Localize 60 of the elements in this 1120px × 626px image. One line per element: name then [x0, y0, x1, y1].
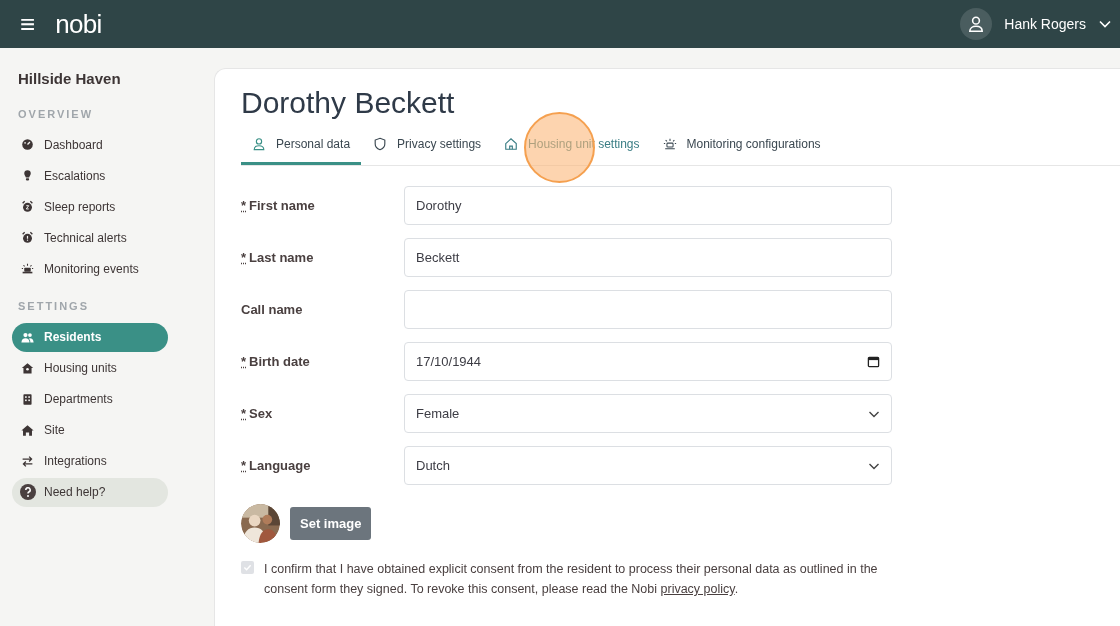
required-mark: *	[241, 196, 247, 215]
sidebar-icon	[21, 454, 34, 468]
sidebar-icon	[21, 361, 34, 375]
menu-icon[interactable]: ≡	[20, 11, 36, 37]
input-field[interactable]	[404, 290, 892, 329]
sidebar-icon	[21, 231, 34, 244]
sidebar-item[interactable]: Site	[12, 415, 168, 445]
consent-checkbox[interactable]	[241, 561, 254, 574]
tab-icon	[662, 137, 677, 151]
tab-icon	[252, 137, 266, 151]
required-mark: *	[241, 248, 247, 267]
select-field[interactable]: Female	[404, 394, 892, 433]
user-avatar-icon[interactable]	[960, 8, 993, 40]
field-label: Birth date	[249, 352, 310, 371]
sidebar-item[interactable]: Integrations	[12, 446, 168, 476]
logo: nobi	[55, 11, 102, 37]
sidebar-item[interactable]: Departments	[12, 384, 168, 414]
date-field[interactable]: 17/10/1944	[404, 342, 892, 381]
field-label: Language	[249, 456, 311, 475]
tab-icon	[373, 137, 388, 151]
sidebar-item[interactable]: Housing units	[12, 353, 168, 383]
sidebar-icon	[21, 330, 34, 344]
help-button[interactable]: Need help?	[12, 477, 168, 507]
sidebar-item[interactable]: Monitoring events	[12, 254, 168, 283]
sidebar-icon	[21, 392, 34, 406]
required-mark: *	[241, 404, 247, 423]
check-icon	[243, 563, 252, 572]
field-label: First name	[249, 196, 315, 215]
field-label: Sex	[249, 404, 273, 423]
sidebar-item[interactable]: Escalations	[12, 161, 168, 190]
user-name[interactable]: Hank Rogers	[1004, 13, 1086, 35]
tab[interactable]: Privacy settings	[362, 135, 493, 165]
set-image-button[interactable]: Set image	[290, 507, 372, 540]
sidebar-icon	[21, 262, 34, 275]
sidebar-item[interactable]: Technical alerts	[12, 223, 168, 252]
calendar-icon[interactable]	[867, 355, 880, 368]
sidebar-icon	[21, 169, 34, 182]
sidebar-icon	[21, 200, 34, 213]
tab[interactable]: Monitoring configurations	[651, 135, 832, 165]
section-heading: SETTINGS	[17, 299, 90, 314]
field-label: Call name	[241, 300, 303, 319]
sidebar-item[interactable]: Dashboard	[12, 130, 168, 159]
field-label: Last name	[249, 248, 314, 267]
consent-text: I confirm that I have obtained explicit consent from the resident to process their personal data as outlined in the consent form they signed. To revoke this consent, please read the Nobi privacy policy.	[264, 561, 879, 598]
select-field[interactable]: Dutch	[404, 446, 892, 485]
input-field[interactable]: Dorothy	[404, 186, 892, 225]
privacy-policy-link[interactable]: privacy policy	[660, 582, 735, 596]
question-icon	[20, 484, 36, 500]
tab[interactable]: Personal data	[241, 135, 362, 165]
section-heading: OVERVIEW	[17, 106, 95, 122]
page-title: Dorothy Beckett	[241, 85, 456, 121]
sidebar-item[interactable]: Residents	[12, 322, 168, 352]
site-name: Hillside Haven	[17, 69, 122, 89]
required-mark: *	[241, 352, 247, 371]
tab-icon	[504, 137, 519, 151]
required-mark: *	[241, 456, 247, 475]
sidebar-icon	[21, 138, 34, 151]
sidebar-icon	[21, 423, 34, 437]
sidebar-item[interactable]: Sleep reports	[12, 192, 168, 221]
input-field[interactable]: Beckett	[404, 238, 892, 277]
